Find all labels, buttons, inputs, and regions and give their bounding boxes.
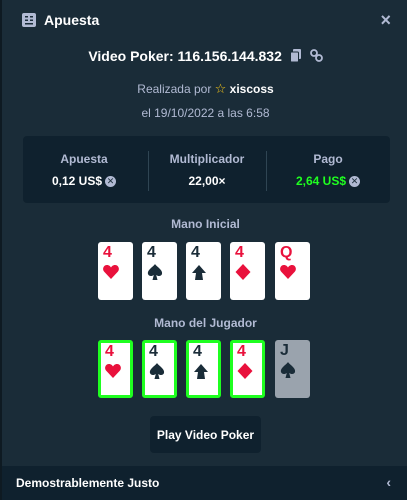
playing-card: 4: [230, 340, 265, 398]
card-rank: 4: [149, 343, 158, 360]
chevron-left-icon[interactable]: ‹: [386, 474, 391, 490]
playing-card: 4: [186, 242, 221, 300]
play-video-poker-button[interactable]: Play Video Poker: [150, 416, 261, 453]
provably-fair-bar[interactable]: Demostrablemente Justo ‹: [2, 466, 407, 500]
currency-icon: ✕: [105, 176, 117, 188]
modal-header: Apuesta ×: [2, 0, 407, 40]
stat-multiplier: Multiplicador 22,00×: [148, 136, 266, 203]
stat-payout-label: Pago: [313, 152, 343, 166]
card-rank: 4: [237, 343, 246, 360]
bet-stats: Apuesta 0,12 US$ ✕ Multiplicador 22,00× P…: [23, 136, 390, 203]
game-title: Video Poker: 116.156.144.832: [2, 48, 407, 65]
stat-bet-value: 0,12 US$: [51, 174, 103, 188]
playing-card: Q: [275, 242, 310, 300]
spades-suit-icon: [148, 362, 166, 385]
link-icon[interactable]: [309, 49, 323, 65]
hearts-suit-icon: [102, 263, 120, 286]
initial-hand-label: Mano Inicial: [171, 217, 240, 231]
playing-card: 4: [186, 340, 221, 398]
card-rank: 4: [193, 343, 202, 360]
stat-multiplier-label: Multiplicador: [169, 152, 245, 166]
stat-payout-value: 2,64 US$: [295, 174, 347, 188]
card-rank: 4: [235, 244, 244, 261]
card-rank: 4: [147, 244, 156, 261]
spades-suit-icon: [279, 361, 297, 384]
playing-card: 4: [142, 340, 177, 398]
stat-payout-value-row: 2,64 US$ ✕: [266, 174, 390, 188]
stat-bet: Apuesta 0,12 US$ ✕: [23, 136, 145, 203]
card-rank: J: [280, 342, 289, 359]
hearts-suit-icon: [279, 263, 297, 286]
player-hand-label: Mano del Jugador: [154, 316, 257, 330]
card-rank: Q: [280, 244, 293, 261]
star-icon: ☆: [214, 81, 227, 96]
clubs-suit-icon: [190, 263, 208, 286]
hearts-suit-icon: [104, 362, 122, 385]
stat-multiplier-value: 22,00×: [188, 174, 226, 188]
card-rank: 4: [191, 244, 200, 261]
modal-title: Apuesta: [44, 12, 100, 28]
playing-card: 4: [98, 340, 133, 398]
spades-suit-icon: [146, 263, 164, 286]
playing-card: J: [275, 340, 310, 398]
bet-date: el 19/10/2022 a las 6:58: [141, 106, 270, 120]
stat-bet-label: Apuesta: [60, 152, 108, 166]
diamonds-suit-icon: [236, 362, 254, 385]
stat-bet-value-row: 0,12 US$ ✕: [23, 174, 145, 188]
bet-slip-icon: [22, 13, 36, 27]
playing-card: 4: [230, 242, 265, 300]
playing-card: 4: [98, 242, 133, 300]
currency-icon: ✕: [349, 176, 361, 188]
game-title-text: Video Poker: 116.156.144.832: [88, 48, 282, 64]
stat-payout: Pago 2,64 US$ ✕: [266, 136, 390, 203]
made-by-prefix: Realizada por: [137, 82, 212, 96]
card-rank: 4: [105, 343, 114, 360]
card-rank: 4: [103, 244, 112, 261]
close-icon[interactable]: ×: [380, 10, 391, 31]
bet-modal: Apuesta × Video Poker: 116.156.144.832 R…: [0, 0, 407, 500]
diamonds-suit-icon: [234, 263, 252, 286]
username-link[interactable]: xiscoss: [230, 82, 274, 96]
playing-card: 4: [142, 242, 177, 300]
clubs-suit-icon: [192, 362, 210, 385]
provably-fair-label: Demostrablemente Justo: [16, 476, 160, 490]
copy-icon[interactable]: [289, 49, 302, 65]
made-by: Realizada por ☆ xiscoss: [2, 81, 407, 97]
